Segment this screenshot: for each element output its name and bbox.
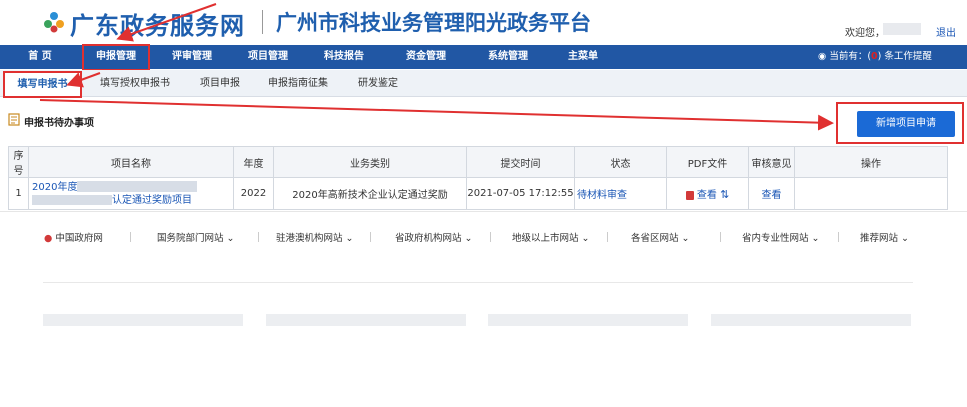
welcome-text: 欢迎您，: [845, 28, 885, 39]
refresh-icon[interactable]: ⇅: [720, 188, 729, 201]
col-category: 业务类别: [273, 146, 467, 178]
nav-main-menu[interactable]: 主菜单: [560, 45, 606, 69]
col-submit-time: 提交时间: [466, 146, 575, 178]
pdf-view-link[interactable]: 查看: [697, 190, 717, 201]
subnav-fill-form[interactable]: 填写申报书: [3, 71, 82, 98]
nav-highlight-box: [82, 44, 150, 71]
nav-home[interactable]: 首 页: [20, 45, 60, 69]
row-index: 1: [8, 177, 29, 210]
footer-sep: [720, 232, 721, 242]
sub-nav: 填写授权申报书 项目申报 申报指南征集 研发鉴定: [0, 70, 967, 97]
footer-sep: [258, 232, 259, 242]
footer-sep: [838, 232, 839, 242]
footer-link-cities[interactable]: 地级以上市网站 ⌄: [512, 230, 590, 244]
arrow-to-new-button: [39, 99, 834, 131]
notice-count: 0: [871, 51, 878, 62]
footer-hr: [43, 282, 913, 283]
footer-box: [711, 314, 911, 326]
platform-name: 广州市科技业务管理阳光政务平台: [276, 11, 591, 35]
redacted-text: [32, 194, 112, 205]
new-project-button[interactable]: 新增项目申请: [857, 111, 955, 137]
header-divider: [262, 10, 263, 34]
footer-sep: [607, 232, 608, 242]
username-redacted: [883, 23, 921, 35]
nav-review-management[interactable]: 评审管理: [164, 45, 220, 69]
footer-link-professional-label: 省内专业性网站: [742, 233, 809, 244]
nav-tech-report[interactable]: 科技报告: [316, 45, 372, 69]
footer-link-provinces[interactable]: 各省区网站 ⌄: [631, 230, 690, 244]
subnav-fill-form-label: 填写申报书: [17, 79, 68, 90]
footer-link-state-council-label: 国务院部门网站: [157, 233, 224, 244]
footer-link-gov[interactable]: ● 中国政府网: [44, 230, 103, 244]
row-actions: [794, 177, 948, 210]
table-row: 1 2020年度 认定通过奖励项目 2022 2020年高新技术企业认定通过奖励…: [8, 177, 948, 210]
footer-link-professional[interactable]: 省内专业性网站 ⌄: [742, 230, 820, 244]
review-view-link[interactable]: 查看: [762, 190, 782, 201]
row-status: 待材料审查: [574, 177, 667, 210]
document-icon: [8, 113, 20, 126]
todo-table: 序号 项目名称 年度 业务类别 提交时间 状态 PDF文件 审核意见 操作 1 …: [8, 146, 948, 210]
col-index: 序号: [8, 146, 29, 178]
table-header-row: 序号 项目名称 年度 业务类别 提交时间 状态 PDF文件 审核意见 操作: [8, 146, 948, 178]
row-submit-time: 2021-07-05 17:12:55: [466, 177, 575, 210]
footer-sep: [130, 232, 131, 242]
subnav-guide-collection[interactable]: 申报指南征集: [268, 70, 328, 97]
footer-link-hkmo[interactable]: 驻港澳机构网站 ⌄: [276, 230, 354, 244]
row-category: 2020年高新技术企业认定通过奖励: [273, 177, 467, 210]
footer-link-state-council[interactable]: 国务院部门网站 ⌄: [157, 230, 235, 244]
footer-sep: [490, 232, 491, 242]
project-name-line2[interactable]: 认定通过奖励项目: [112, 195, 192, 206]
subnav-authorized-form[interactable]: 填写授权申报书: [100, 70, 170, 97]
nav-project-management[interactable]: 项目管理: [240, 45, 296, 69]
reminder-icon: ◉: [818, 51, 830, 62]
notice-prefix: 当前有：(: [829, 51, 872, 62]
footer-link-province-gov-label: 省政府机构网站: [395, 233, 462, 244]
row-review: 查看: [748, 177, 795, 210]
footer-link-provinces-label: 各省区网站: [631, 233, 679, 244]
notice-suffix: ) 条工作提醒: [877, 51, 932, 62]
site-header: 广东政务服务网 广州市科技业务管理阳光政务平台 欢迎您， 退出: [0, 0, 967, 44]
footer-sep: [370, 232, 371, 242]
footer-box: [266, 314, 466, 326]
redacted-text: [77, 181, 198, 192]
footer-box: [488, 314, 688, 326]
footer-link-recommended-label: 推荐网站: [860, 233, 899, 244]
col-project-name: 项目名称: [28, 146, 234, 178]
footer-link-cities-label: 地级以上市网站: [512, 233, 579, 244]
nav-system-management[interactable]: 系统管理: [480, 45, 536, 69]
footer-divider: [0, 211, 967, 212]
site-name[interactable]: 广东政务服务网: [70, 6, 245, 41]
section-title: 申报书待办事项: [24, 118, 94, 129]
footer-link-recommended[interactable]: 推荐网站 ⌄: [860, 230, 909, 244]
col-pdf: PDF文件: [666, 146, 749, 178]
col-status: 状态: [574, 146, 667, 178]
pdf-icon: [685, 190, 694, 200]
col-review: 审核意见: [748, 146, 795, 178]
row-pdf: 查看 ⇅: [666, 177, 749, 210]
project-name-line1[interactable]: 2020年度: [32, 182, 77, 193]
row-project-name[interactable]: 2020年度 认定通过奖励项目: [28, 177, 234, 210]
footer-links: ● 中国政府网 国务院部门网站 ⌄ 驻港澳机构网站 ⌄ 省政府机构网站 ⌄ 地级…: [0, 230, 967, 248]
footer-link-hkmo-label: 驻港澳机构网站: [276, 233, 343, 244]
footer-box: [43, 314, 243, 326]
col-actions: 操作: [794, 146, 948, 178]
col-year: 年度: [233, 146, 274, 178]
nav-fund-management[interactable]: 资金管理: [398, 45, 454, 69]
gd-logo-icon: [44, 12, 64, 33]
footer-link-province-gov[interactable]: 省政府机构网站 ⌄: [395, 230, 473, 244]
subnav-project-declare[interactable]: 项目申报: [200, 70, 240, 97]
row-year: 2022: [233, 177, 274, 210]
china-gov-icon: ●: [44, 233, 53, 244]
footer-link-gov-label: 中国政府网: [55, 233, 103, 244]
logout-link[interactable]: 退出: [936, 24, 956, 39]
work-reminder[interactable]: ◉ 当前有：(0) 条工作提醒: [818, 45, 932, 69]
status-link[interactable]: 待材料审查: [577, 190, 627, 201]
subnav-rd-appraisal[interactable]: 研发鉴定: [358, 70, 398, 97]
